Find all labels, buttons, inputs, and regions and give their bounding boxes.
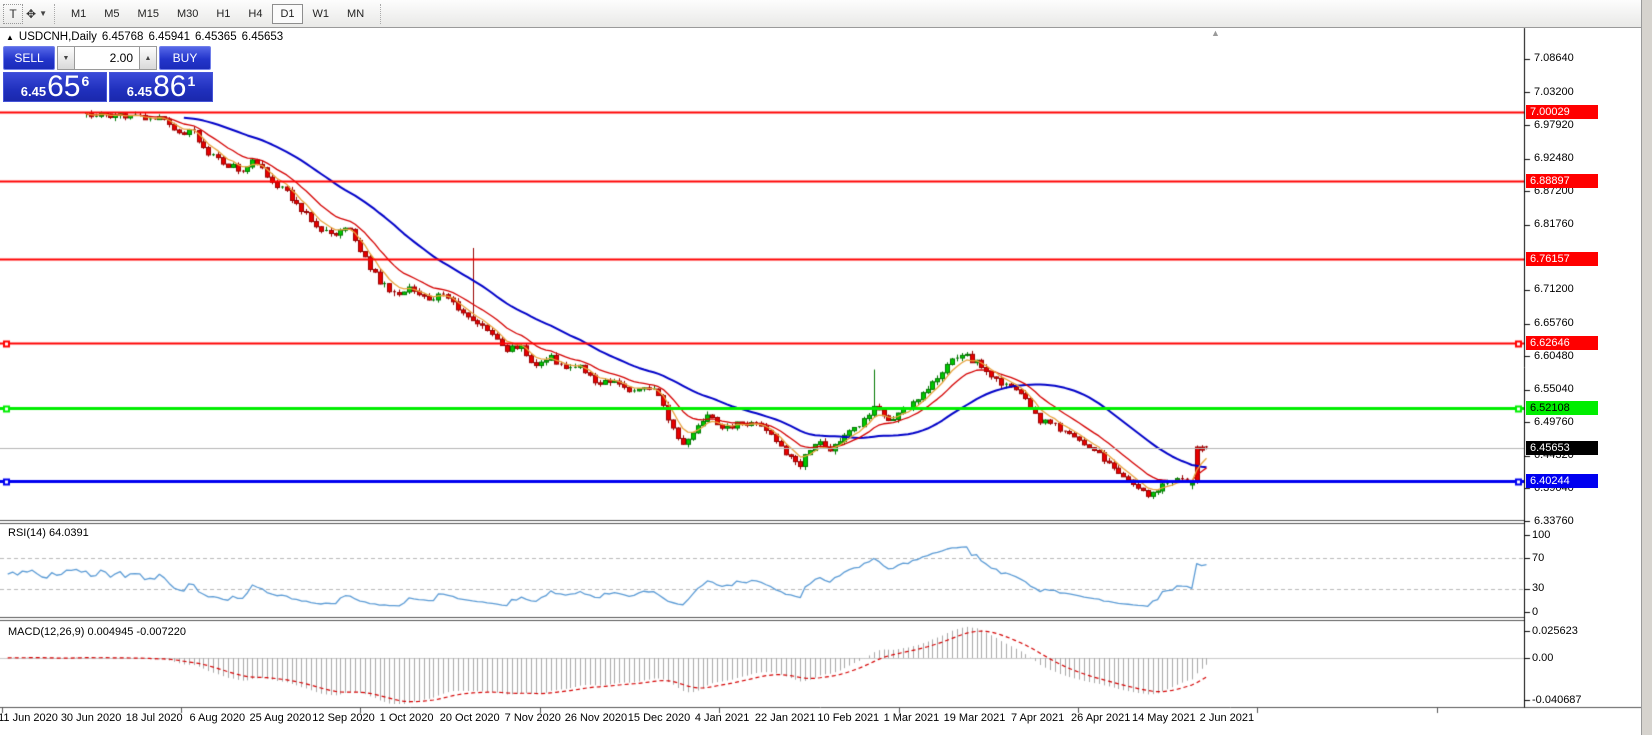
sell-price-pips: 65 [47, 73, 80, 101]
sell-button[interactable]: SELL [3, 46, 55, 70]
chevron-up-icon: ▲ [145, 55, 152, 62]
date-axis-label: 30 Jun 2020 [61, 712, 122, 724]
date-axis-label: 11 Jun 2020 [0, 712, 58, 724]
price-axis-tick: 6.60480 [1534, 350, 1574, 362]
rsi-indicator-label: RSI(14) 64.0391 [8, 527, 89, 539]
date-axis-label: 2 Jun 2021 [1200, 712, 1254, 724]
ohlc-high: 6.45941 [148, 31, 190, 43]
date-axis-label: 20 Oct 2020 [440, 712, 500, 724]
timeframe-button-mn[interactable]: MN [339, 4, 372, 24]
sell-price-point: 6 [81, 73, 89, 89]
macd-indicator-label: MACD(12,26,9) 0.004945 -0.007220 [8, 626, 186, 638]
date-axis-label: 25 Aug 2020 [249, 712, 311, 724]
rsi-axis-tick: 30 [1532, 582, 1544, 594]
buy-price-display[interactable]: 6.45861 [109, 72, 213, 102]
date-axis-label: 1 Mar 2021 [884, 712, 940, 724]
level-price-label: 6.40244 [1526, 474, 1598, 488]
timeframe-button-h1[interactable]: H1 [208, 4, 238, 24]
arrows-tool-icon: ✥ [26, 7, 36, 21]
rsi-axis-tick: 100 [1532, 529, 1550, 541]
macd-axis-tick: 0.00 [1532, 652, 1553, 664]
chart-shift-marker-icon[interactable]: ▲ [1211, 28, 1220, 38]
trade-panel-controls: SELL ▼ ▲ BUY [3, 46, 213, 70]
date-axis-label: 12 Sep 2020 [312, 712, 374, 724]
terminal-window: T ✥ ▼ M1M5M15M30H1H4D1W1MN ▲ USDCNH,Dail… [0, 0, 1652, 735]
volume-increase-button[interactable]: ▲ [139, 46, 157, 70]
level-price-label: 6.88897 [1526, 174, 1598, 188]
price-axis-tick: 6.33760 [1534, 515, 1574, 527]
date-axis-label: 7 Nov 2020 [505, 712, 561, 724]
expand-chart-icon[interactable]: ▲ [6, 33, 14, 42]
buy-button[interactable]: BUY [159, 46, 211, 70]
toolbar: T ✥ ▼ M1M5M15M30H1H4D1W1MN [0, 0, 1652, 28]
volume-decrease-button[interactable]: ▼ [57, 46, 75, 70]
date-axis-label: 4 Jan 2021 [695, 712, 749, 724]
sell-price-display[interactable]: 6.45656 [3, 72, 107, 102]
volume-stepper: ▼ ▲ [57, 46, 157, 70]
price-axis-tick: 6.65760 [1534, 317, 1574, 329]
chevron-down-icon: ▼ [39, 9, 47, 18]
timeframe-button-m15[interactable]: M15 [130, 4, 167, 24]
timeframe-button-d1[interactable]: D1 [272, 4, 302, 24]
rsi-axis-tick: 70 [1532, 552, 1544, 564]
date-axis-label: 18 Jul 2020 [126, 712, 183, 724]
date-axis-label: 19 Mar 2021 [944, 712, 1006, 724]
sell-price-prefix: 6.45 [21, 84, 46, 99]
price-axis-tick: 6.81760 [1534, 218, 1574, 230]
buy-price-pips: 86 [153, 73, 186, 101]
chevron-down-icon: ▼ [63, 55, 70, 62]
level-price-label: 6.76157 [1526, 252, 1598, 266]
price-axis-tick: 7.08640 [1534, 52, 1574, 64]
date-axis-label: 22 Jan 2021 [755, 712, 816, 724]
price-axis-tick: 6.97920 [1534, 119, 1574, 131]
trade-panel-quotes: 6.45656 6.45861 [3, 72, 213, 102]
timeframe-group: M1M5M15M30H1H4D1W1MN [62, 4, 373, 24]
timeframe-button-w1[interactable]: W1 [305, 4, 338, 24]
symbol-title: USDCNH,Daily [19, 31, 97, 43]
arrows-tool-button[interactable]: ✥ ▼ [26, 4, 47, 24]
current-price-label: 6.45653 [1526, 441, 1598, 455]
timeframe-button-m5[interactable]: M5 [96, 4, 127, 24]
level-price-label: 6.62646 [1526, 336, 1598, 350]
toolbar-grip [54, 4, 55, 24]
chart-header: ▲ USDCNH,Daily 6.45768 6.45941 6.45365 6… [6, 31, 288, 43]
price-axis-tick: 6.92480 [1534, 152, 1574, 164]
one-click-trading-panel: SELL ▼ ▲ BUY 6.45656 6.45861 [3, 46, 213, 102]
chart-canvas[interactable] [0, 0, 1652, 735]
ohlc-low: 6.45365 [195, 31, 237, 43]
ohlc-open: 6.45768 [102, 31, 144, 43]
price-axis-tick: 6.71200 [1534, 283, 1574, 295]
buy-price-prefix: 6.45 [127, 84, 152, 99]
volume-input[interactable] [75, 46, 139, 70]
rsi-axis-tick: 0 [1532, 606, 1538, 618]
date-axis-label: 6 Aug 2020 [189, 712, 245, 724]
date-axis-label: 14 May 2021 [1132, 712, 1196, 724]
level-price-label: 7.00029 [1526, 105, 1598, 119]
date-axis-label: 15 Dec 2020 [628, 712, 690, 724]
price-axis-tick: 6.49760 [1534, 416, 1574, 428]
timeframe-button-h4[interactable]: H4 [240, 4, 270, 24]
timeframe-button-m30[interactable]: M30 [169, 4, 206, 24]
date-axis-label: 26 Apr 2021 [1071, 712, 1130, 724]
ohlc-close: 6.45653 [242, 31, 284, 43]
price-axis-tick: 6.55040 [1534, 383, 1574, 395]
date-axis-label: 1 Oct 2020 [380, 712, 434, 724]
window-edge-strip [1641, 0, 1652, 735]
buy-price-point: 1 [187, 73, 195, 89]
toolbar-grip [380, 4, 381, 24]
date-axis-label: 7 Apr 2021 [1011, 712, 1064, 724]
macd-axis-tick: -0.040687 [1532, 694, 1582, 706]
level-price-label: 6.52108 [1526, 401, 1598, 415]
price-axis-tick: 7.03200 [1534, 86, 1574, 98]
text-tool-button[interactable]: T [3, 4, 23, 24]
date-axis-label: 10 Feb 2021 [817, 712, 879, 724]
macd-axis-tick: 0.025623 [1532, 625, 1578, 637]
date-axis-label: 26 Nov 2020 [565, 712, 627, 724]
timeframe-button-m1[interactable]: M1 [63, 4, 94, 24]
